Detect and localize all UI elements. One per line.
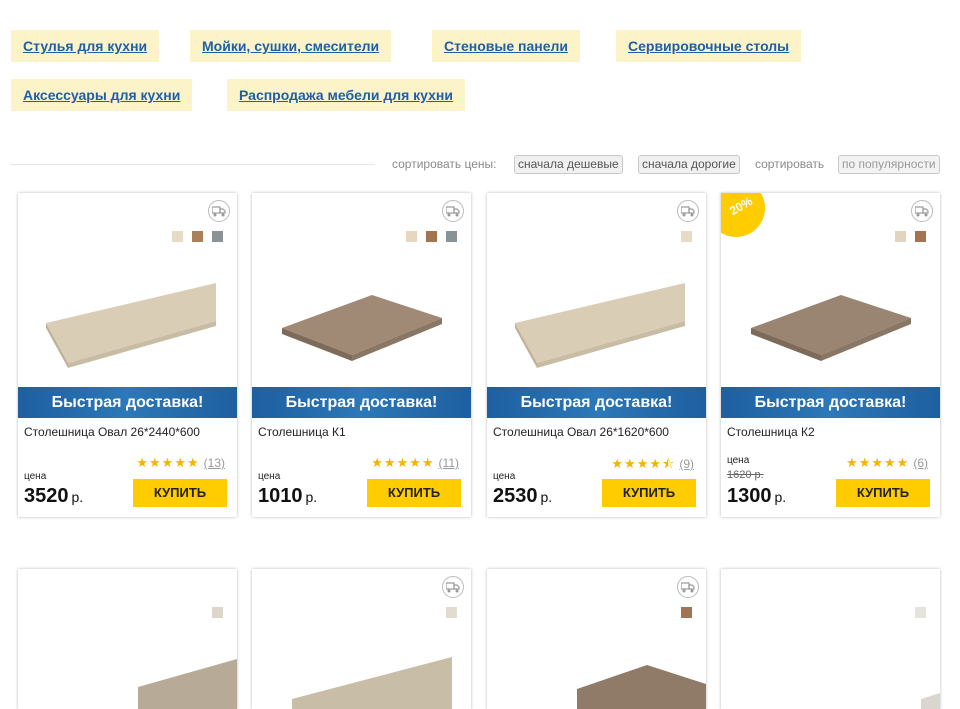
- sort-label: сортировать: [755, 157, 825, 171]
- review-count[interactable]: (11): [439, 456, 459, 470]
- product-card[interactable]: [252, 569, 471, 709]
- review-count[interactable]: (13): [204, 456, 225, 470]
- category-link[interactable]: Аксессуары для кухни: [23, 87, 180, 103]
- category-wall-panels[interactable]: Стеновые панели: [432, 30, 580, 62]
- sort-cheap-first-button[interactable]: сначала дешевые: [514, 155, 623, 174]
- color-swatch[interactable]: [895, 231, 906, 242]
- currency: р.: [774, 489, 787, 505]
- product-price: 1010 р.: [258, 485, 317, 508]
- buy-button[interactable]: КУПИТЬ: [367, 479, 461, 507]
- sort-popularity-button[interactable]: по популярности: [838, 155, 940, 174]
- rating-stars: ★★★★★ (13): [136, 455, 225, 471]
- category-accessories[interactable]: Аксессуары для кухни: [11, 79, 193, 111]
- delivery-truck-icon: [677, 200, 699, 222]
- product-image[interactable]: [18, 253, 237, 373]
- delivery-truck-icon: [442, 200, 464, 222]
- product-image[interactable]: [721, 253, 940, 373]
- product-name[interactable]: Столешница Овал 26*1620*600: [493, 425, 669, 439]
- fast-delivery-banner: Быстрая доставка!: [487, 387, 706, 418]
- old-price: 1620 р.: [727, 469, 764, 481]
- currency: р.: [540, 489, 553, 505]
- category-link[interactable]: Стеновые панели: [444, 38, 568, 54]
- product-card[interactable]: Быстрая доставка! Столешница Овал 26*1620…: [487, 193, 706, 517]
- product-name[interactable]: Столешница Овал 26*2440*600: [24, 425, 200, 439]
- product-name[interactable]: Столешница К1: [258, 425, 346, 439]
- price-label: цена: [258, 471, 281, 482]
- price-label: цена: [727, 455, 750, 466]
- sort-price-label: сортировать цены:: [392, 157, 497, 171]
- color-swatch[interactable]: [406, 231, 417, 242]
- product-price: 3520 р.: [24, 485, 83, 508]
- delivery-truck-icon: [911, 200, 933, 222]
- category-link[interactable]: Мойки, сушки, смесители: [202, 38, 379, 54]
- category-link[interactable]: Стулья для кухни: [23, 38, 147, 54]
- color-swatch[interactable]: [446, 231, 457, 242]
- currency: р.: [71, 489, 84, 505]
- fast-delivery-banner: Быстрая доставка!: [252, 387, 471, 418]
- fast-delivery-banner: Быстрая доставка!: [721, 387, 940, 418]
- review-count[interactable]: (9): [679, 457, 694, 471]
- color-swatch[interactable]: [915, 231, 926, 242]
- product-card[interactable]: Быстрая доставка! Столешница К1 ★★★★★ (11) ц…: [252, 193, 471, 517]
- rating-stars: ★★★★★ (6): [846, 455, 928, 471]
- review-count[interactable]: (6): [913, 456, 928, 470]
- price-value: 2530: [493, 485, 538, 507]
- buy-button[interactable]: КУПИТЬ: [602, 479, 696, 507]
- divider: [10, 164, 375, 165]
- price-value: 1300: [727, 485, 772, 507]
- product-card[interactable]: [721, 569, 940, 709]
- product-card[interactable]: [487, 569, 706, 709]
- price-label: цена: [493, 471, 516, 482]
- price-value: 1010: [258, 485, 303, 507]
- fast-delivery-banner: Быстрая доставка!: [18, 387, 237, 418]
- color-swatch[interactable]: [426, 231, 437, 242]
- category-serving-tables[interactable]: Сервировочные столы: [616, 30, 802, 62]
- product-name[interactable]: Столешница К2: [727, 425, 815, 439]
- sort-expensive-first-button[interactable]: сначала дорогие: [638, 155, 740, 174]
- discount-badge: 20%: [721, 193, 765, 237]
- star-icons: ★★★★⯪: [611, 456, 676, 471]
- star-icons: ★★★★★: [846, 455, 910, 470]
- product-image[interactable]: [487, 253, 706, 373]
- buy-button[interactable]: КУПИТЬ: [133, 479, 227, 507]
- color-swatch[interactable]: [192, 231, 203, 242]
- star-icons: ★★★★★: [371, 455, 435, 470]
- color-swatch[interactable]: [172, 231, 183, 242]
- color-swatch[interactable]: [681, 231, 692, 242]
- rating-stars: ★★★★★ (11): [371, 455, 459, 471]
- category-sinks[interactable]: Мойки, сушки, смесители: [190, 30, 392, 62]
- category-link[interactable]: Распродажа мебели для кухни: [239, 87, 453, 103]
- product-image[interactable]: [252, 253, 471, 373]
- currency: р.: [305, 489, 318, 505]
- product-image[interactable]: [252, 569, 471, 709]
- category-sale[interactable]: Распродажа мебели для кухни: [227, 79, 465, 111]
- product-image[interactable]: [721, 569, 940, 709]
- product-image[interactable]: [18, 569, 237, 709]
- product-price: 2530 р.: [493, 485, 552, 508]
- product-card[interactable]: [18, 569, 237, 709]
- delivery-truck-icon: [208, 200, 230, 222]
- product-card[interactable]: Быстрая доставка! Столешница Овал 26*2440…: [18, 193, 237, 517]
- product-price: 1300 р.: [727, 485, 786, 508]
- category-chairs[interactable]: Стулья для кухни: [11, 30, 160, 62]
- rating-stars: ★★★★⯪ (9): [611, 455, 694, 477]
- price-label: цена: [24, 471, 47, 482]
- product-card[interactable]: 20% Быстрая доставка! Столешница К2 ★★★★★ (6…: [721, 193, 940, 517]
- star-icons: ★★★★★: [136, 455, 200, 470]
- color-swatch[interactable]: [212, 231, 223, 242]
- category-link[interactable]: Сервировочные столы: [628, 38, 789, 54]
- discount-label: 20%: [727, 193, 755, 219]
- product-image[interactable]: [487, 569, 706, 709]
- price-value: 3520: [24, 485, 69, 507]
- buy-button[interactable]: КУПИТЬ: [836, 479, 930, 507]
